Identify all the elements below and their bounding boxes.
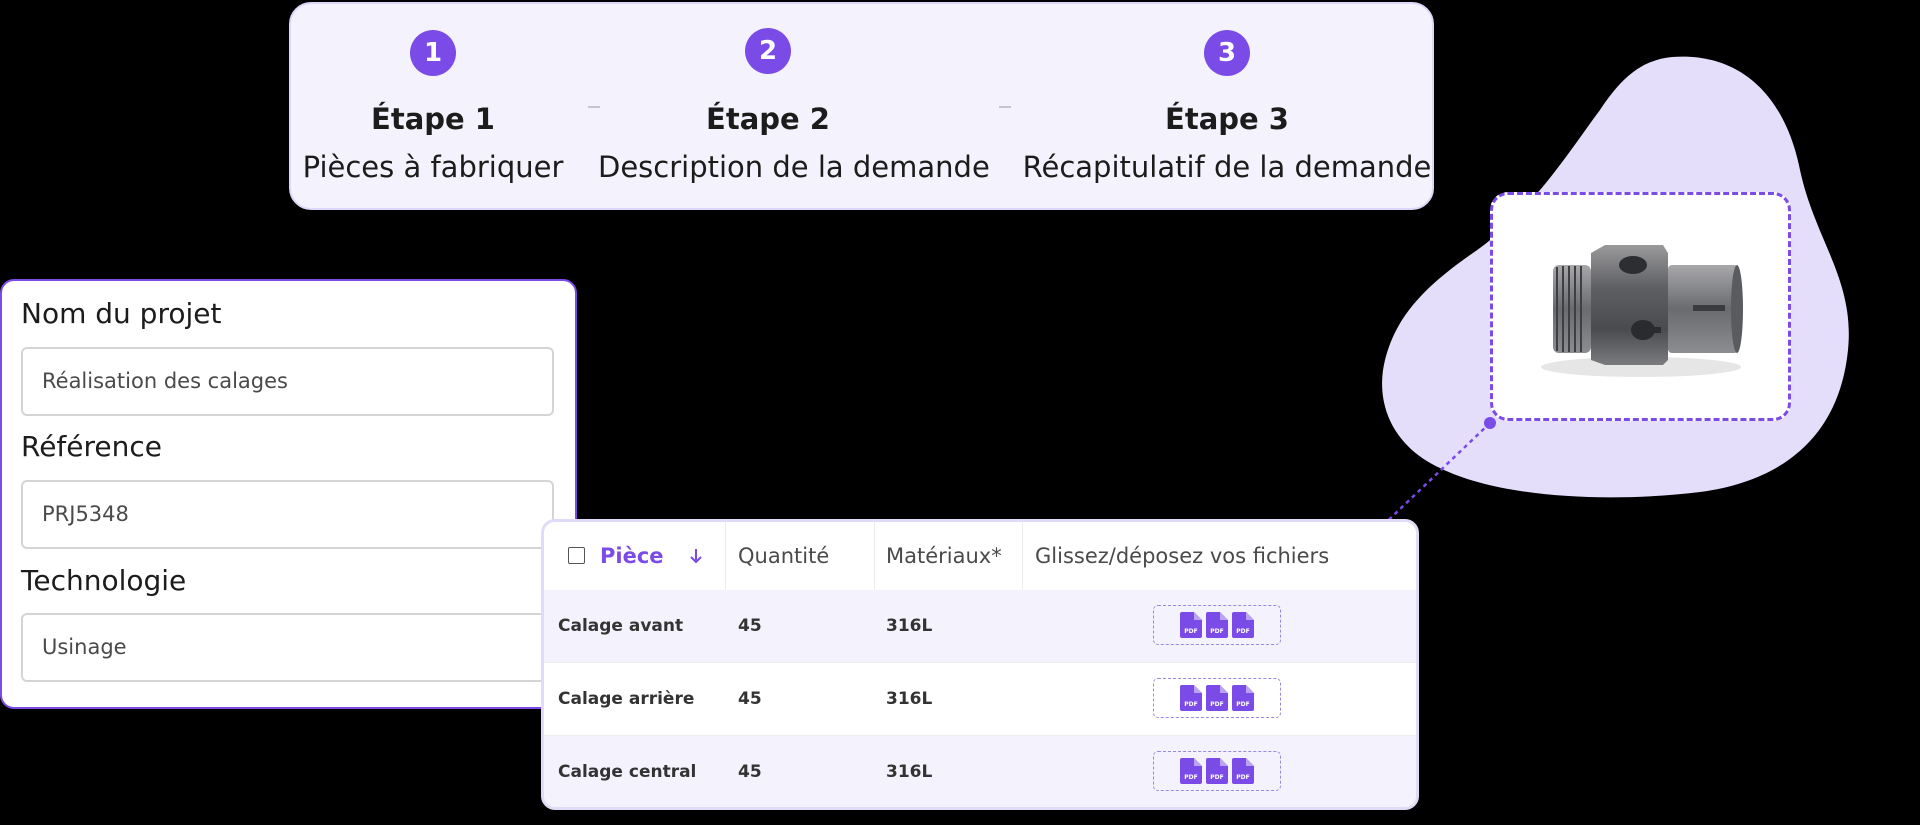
machined-part-image: [1541, 245, 1743, 377]
pdf-file-icon[interactable]: PDF: [1180, 612, 1202, 638]
table-row[interactable]: Calage avant 45 316L PDF PDF PDF: [544, 590, 1416, 662]
cell-material: 316L: [886, 616, 933, 636]
step-3[interactable]: 3 Étape 3 Récapitulatif de la demande: [1017, 4, 1437, 208]
reference-input[interactable]: PRJ5348: [21, 480, 554, 549]
pdf-file-icon[interactable]: PDF: [1180, 685, 1202, 711]
project-name-input[interactable]: Réalisation des calages: [21, 347, 554, 416]
pdf-file-icon[interactable]: PDF: [1180, 758, 1202, 784]
reference-label: Référence: [21, 430, 162, 463]
step-3-number: 3: [1204, 30, 1250, 76]
stepper: 1 Étape 1 Pièces à fabriquer 2 Étape 2 D…: [289, 2, 1434, 210]
header-files: Glissez/déposez vos fichiers: [1035, 544, 1330, 568]
step-2-title: Étape 2: [706, 102, 830, 136]
file-dropzone[interactable]: PDF PDF PDF: [1153, 678, 1281, 718]
cell-piece: Calage central: [558, 762, 697, 782]
svg-text:PDF: PDF: [1210, 774, 1223, 781]
svg-text:PDF: PDF: [1236, 701, 1249, 708]
select-all-checkbox[interactable]: [568, 547, 585, 564]
svg-text:PDF: PDF: [1210, 628, 1223, 635]
svg-text:PDF: PDF: [1236, 774, 1249, 781]
step-separator: [999, 106, 1011, 108]
pdf-file-icon[interactable]: PDF: [1206, 612, 1228, 638]
pdf-file-icon[interactable]: PDF: [1232, 612, 1254, 638]
svg-text:PDF: PDF: [1184, 774, 1197, 781]
step-2[interactable]: 2 Étape 2 Description de la demande: [598, 4, 990, 208]
pdf-file-icon[interactable]: PDF: [1232, 685, 1254, 711]
table-row[interactable]: Calage central 45 316L PDF PDF PDF: [544, 736, 1416, 807]
step-3-description: Récapitulatif de la demande: [1022, 150, 1432, 184]
svg-text:PDF: PDF: [1184, 628, 1197, 635]
step-2-number: 2: [745, 28, 791, 74]
cell-piece: Calage avant: [558, 616, 684, 636]
step-1[interactable]: 1 Étape 1 Pièces à fabriquer: [291, 4, 575, 208]
pdf-file-icon[interactable]: PDF: [1206, 758, 1228, 784]
table-row[interactable]: Calage arrière 45 316L PDF PDF PDF: [544, 662, 1416, 736]
column-divider: [725, 522, 726, 590]
project-form: Nom du projet Réalisation des calages Ré…: [0, 279, 577, 709]
step-3-title: Étape 3: [1165, 102, 1289, 136]
svg-text:PDF: PDF: [1236, 628, 1249, 635]
cell-quantity: 45: [738, 616, 762, 636]
parts-table: Pièce Quantité Matériaux* Glissez/dépose…: [541, 519, 1419, 810]
cell-material: 316L: [886, 689, 933, 709]
cell-piece: Calage arrière: [558, 689, 695, 709]
step-1-number: 1: [410, 30, 456, 76]
pdf-file-icon[interactable]: PDF: [1206, 685, 1228, 711]
cell-quantity: 45: [738, 689, 762, 709]
project-name-label: Nom du projet: [21, 297, 222, 330]
step-1-description: Pièces à fabriquer: [302, 150, 564, 184]
header-material: Matériaux*: [886, 544, 1002, 568]
sort-arrow-down-icon[interactable]: [689, 547, 703, 565]
svg-text:PDF: PDF: [1184, 701, 1197, 708]
file-dropzone[interactable]: PDF PDF PDF: [1153, 605, 1281, 645]
cell-material: 316L: [886, 762, 933, 782]
header-piece[interactable]: Pièce: [600, 522, 664, 590]
technology-label: Technologie: [21, 564, 187, 597]
file-dropzone[interactable]: PDF PDF PDF: [1153, 751, 1281, 791]
step-1-title: Étape 1: [371, 102, 495, 136]
column-divider: [874, 522, 875, 590]
technology-input[interactable]: Usinage: [21, 613, 554, 682]
part-photo: [1490, 192, 1791, 421]
pdf-file-icon[interactable]: PDF: [1232, 758, 1254, 784]
column-divider: [1022, 522, 1023, 590]
cell-quantity: 45: [738, 762, 762, 782]
header-quantity: Quantité: [738, 544, 830, 568]
table-header: Pièce Quantité Matériaux* Glissez/dépose…: [544, 522, 1416, 590]
step-2-description: Description de la demande: [598, 150, 990, 184]
svg-text:PDF: PDF: [1210, 701, 1223, 708]
